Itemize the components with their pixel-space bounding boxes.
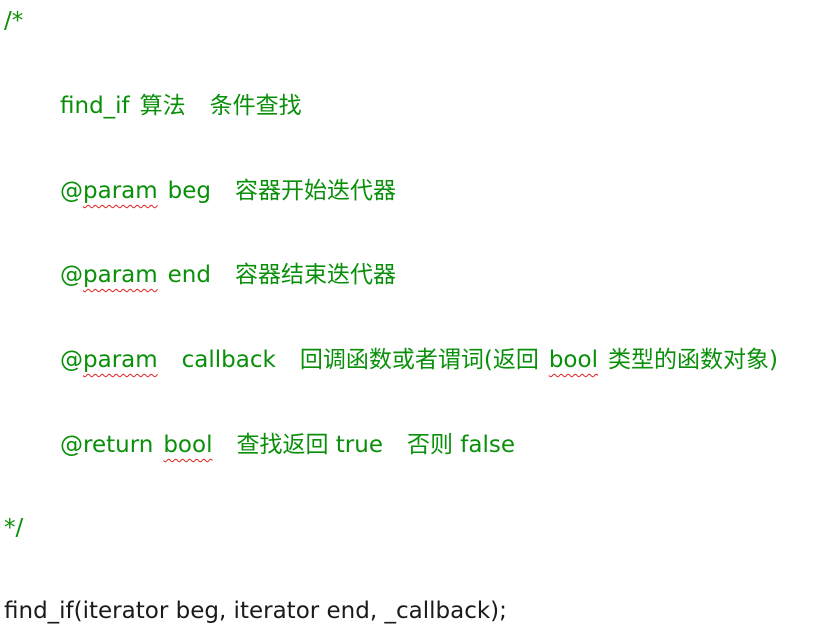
code-signature: find_if(iterator beg, iterator end, _cal… [4,598,507,624]
doc-line-summary: find_if 算法 条件查找 [60,86,302,126]
param-desc-post: 类型的函数对象) [607,347,778,373]
at-sign: @ [60,262,83,288]
return-desc-1: 查找返回 true [236,432,383,458]
return-type: bool [163,432,213,458]
at-sign: @ [60,347,83,373]
doc-line-param-callback: @param callback 回调函数或者谓词(返回 bool 类型的函数对象) [60,340,778,380]
at-sign: @ [60,178,83,204]
param-name: end [167,262,211,288]
param-name: callback [181,347,276,373]
comment-close: */ [4,515,24,541]
summary-text-2: 条件查找 [209,93,302,119]
param-tag: param [83,347,158,373]
function-name: find_if [60,93,130,119]
param-tag: param [83,262,158,288]
param-desc: 容器结束迭代器 [234,262,396,288]
return-desc-2: 否则 false [406,432,516,458]
document-view: /* find_if 算法 条件查找 @param beg 容器开始迭代器 @param… [0,0,822,644]
summary-text-1: 算法 [139,93,186,119]
comment-open: /* [4,8,24,34]
doc-line-return: @return bool 查找返回 true 否则 false [60,425,515,465]
param-desc-pre: 回调函数或者谓词(返回 [299,347,539,373]
bool-type: bool [548,347,598,373]
return-tag: @return [60,432,154,458]
param-desc: 容器开始迭代器 [235,178,397,204]
param-tag: param [83,178,158,204]
param-name: beg [167,178,212,204]
doc-line-param-beg: @param beg 容器开始迭代器 [60,171,396,211]
doc-line-param-end: @param end 容器结束迭代器 [60,255,396,295]
